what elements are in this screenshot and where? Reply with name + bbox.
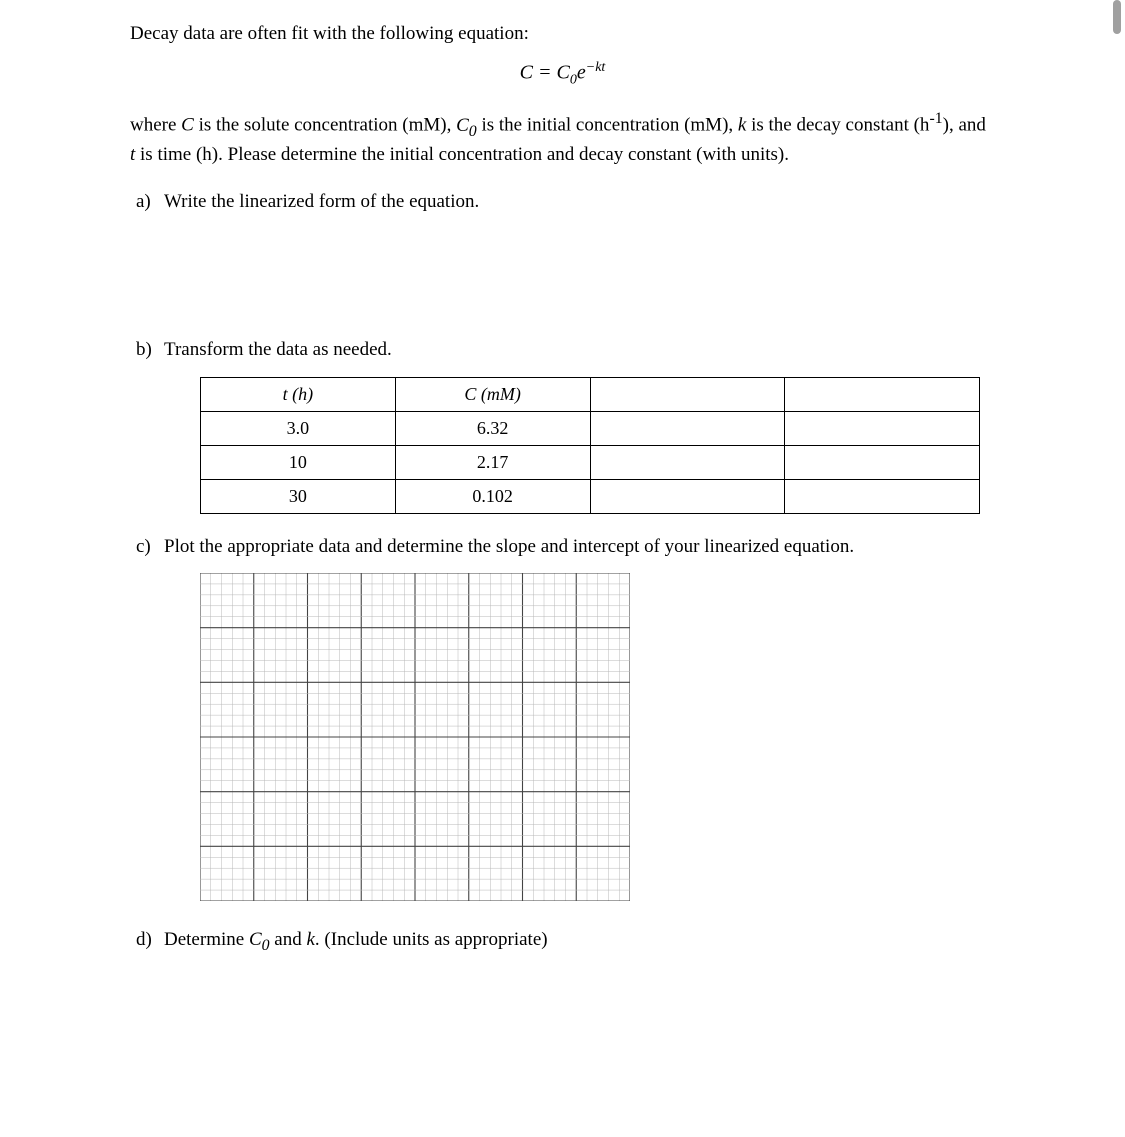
th-col4 (785, 377, 980, 411)
th-time: t (h) (201, 377, 396, 411)
part-b-text: Transform the data as needed. (164, 337, 995, 363)
plot-grid (200, 573, 995, 901)
table-row: 30 0.102 (201, 479, 980, 513)
part-d: d) Determine C0 and k. (Include units as… (130, 927, 995, 956)
th-col3 (590, 377, 785, 411)
part-c-label: c) (130, 534, 164, 560)
intro-text: Decay data are often fit with the follow… (130, 21, 995, 47)
part-a-label: a) (130, 189, 164, 215)
part-a-text: Write the linearized form of the equatio… (164, 189, 995, 215)
part-b-label: b) (130, 337, 164, 363)
part-a: a) Write the linearized form of the equa… (130, 189, 995, 215)
table-header-row: t (h) C (mM) (201, 377, 980, 411)
part-c: c) Plot the appropriate data and determi… (130, 534, 995, 560)
table-row: 3.0 6.32 (201, 411, 980, 445)
decay-equation: C = C0e−kt (130, 59, 995, 91)
table-row: 10 2.17 (201, 445, 980, 479)
part-b: b) Transform the data as needed. (130, 337, 995, 363)
data-table: t (h) C (mM) 3.0 6.32 10 2.17 30 0.102 (200, 377, 980, 514)
vertical-scrollbar[interactable] (1113, 0, 1121, 34)
part-d-text: Determine C0 and k. (Include units as ap… (164, 927, 995, 956)
part-c-text: Plot the appropriate data and determine … (164, 534, 995, 560)
th-concentration: C (mM) (395, 377, 590, 411)
graph-paper (200, 573, 630, 901)
part-d-label: d) (130, 927, 164, 956)
equation-description: where C is the solute concentration (mM)… (130, 108, 995, 167)
